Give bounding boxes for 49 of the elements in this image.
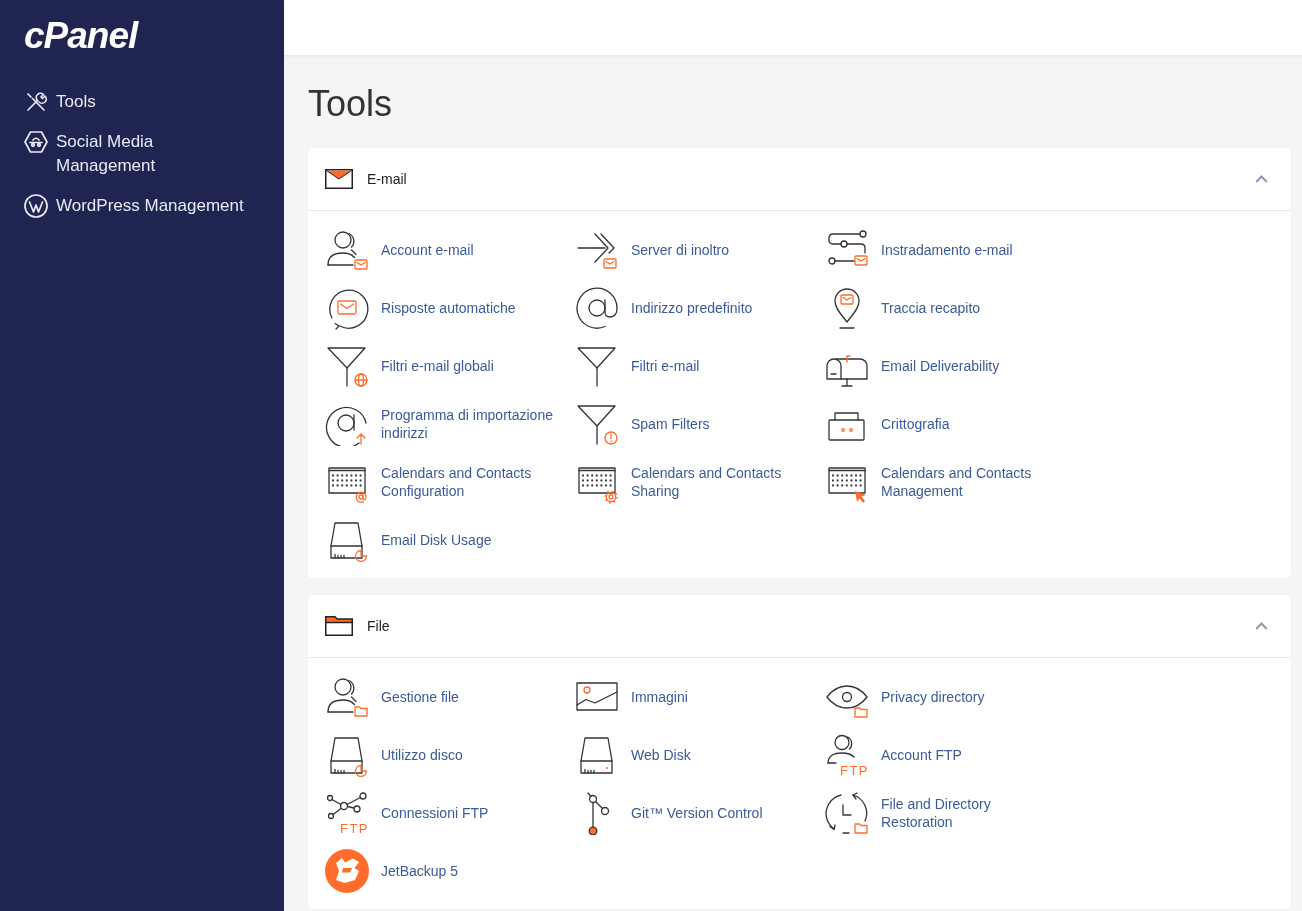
tool-link[interactable]: Utilizzo disco <box>325 733 463 777</box>
tool-link[interactable]: Programma di importazione indirizzi <box>325 402 559 446</box>
tool-link[interactable]: Immagini <box>575 675 688 719</box>
sidebar-item[interactable]: Social Media Management <box>24 130 251 178</box>
tool-link[interactable]: Filtri e-mail <box>575 344 700 388</box>
funnel-warning-icon <box>575 402 619 446</box>
tool-link[interactable]: Crittografia <box>825 402 950 446</box>
tool-link[interactable]: FTP Account FTP <box>825 733 962 777</box>
page-title: Tools <box>308 82 394 125</box>
circle-logo-icon <box>24 194 48 218</box>
tool-link[interactable]: FTP Connessioni FTP <box>325 791 489 835</box>
tool-link[interactable]: Spam Filters <box>575 402 710 446</box>
tool-link[interactable]: Server di inoltro <box>575 228 730 272</box>
tool-link[interactable]: File and Directory Restoration <box>825 791 1059 835</box>
tool-link[interactable]: Traccia recapito <box>825 286 981 330</box>
sidebar-item[interactable]: Tools <box>24 90 96 114</box>
tool-link[interactable]: Calendars and Contacts Management <box>825 460 1059 504</box>
section-title: File <box>367 616 390 636</box>
hexagon-icon <box>24 130 48 154</box>
tool-link[interactable]: JetBackup 5 <box>325 849 459 893</box>
tool-link[interactable]: Git™ Version Control <box>575 791 763 835</box>
tool-link[interactable]: Email Deliverability <box>825 344 1000 388</box>
tool-link[interactable]: Web Disk <box>575 733 691 777</box>
at-sign-icon <box>575 286 619 330</box>
tool-link[interactable]: Calendars and Contacts Configuration <box>325 460 559 504</box>
icon-label: FTP <box>339 823 369 835</box>
folder-icon <box>325 616 353 636</box>
sidebar-item[interactable]: WordPress Management <box>24 194 244 218</box>
logo: cPanel <box>24 16 138 56</box>
tool-link[interactable]: Instradamento e-mail <box>825 228 1013 272</box>
funnel-globe-icon <box>325 344 369 388</box>
tool-link[interactable]: Email Disk Usage <box>325 518 492 562</box>
tool-link[interactable]: Privacy directory <box>825 675 985 719</box>
wrench-screwdriver-icon <box>24 90 48 114</box>
icon-label: FTP <box>839 765 869 777</box>
tool-link[interactable]: Calendars and Contacts Sharing <box>575 460 809 504</box>
chevron-up-icon <box>1255 175 1268 183</box>
user-envelope-icon <box>325 228 369 272</box>
tool-link[interactable]: Account e-mail <box>325 228 474 272</box>
tool-link[interactable]: Gestione file <box>325 675 459 719</box>
section-title: E-mail <box>367 169 407 189</box>
circular-arrows-folder-icon <box>825 791 869 835</box>
tool-link[interactable]: Indirizzo predefinito <box>575 286 753 330</box>
circle-logo-icon <box>325 849 369 893</box>
chevron-up-icon <box>1255 622 1268 630</box>
user-folder-icon <box>325 675 369 719</box>
tool-link[interactable]: Risposte automatiche <box>325 286 516 330</box>
tool-link[interactable]: Filtri e-mail globali <box>325 344 494 388</box>
envelope-icon <box>325 169 353 189</box>
